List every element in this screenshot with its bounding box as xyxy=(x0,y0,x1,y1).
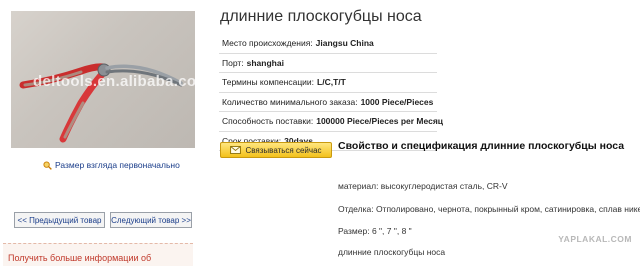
spec-value: 100000 Piece/Pieces per Месяц xyxy=(316,116,444,127)
spec-row-origin: Место происхождения: Jiangsu China xyxy=(219,34,437,54)
spec-label: Порт: xyxy=(222,57,244,68)
zoom-original-link[interactable]: Размер взгляда первоначально xyxy=(43,160,180,170)
spec-line-material: материал: высокуглеродистая сталь, CR-V xyxy=(338,181,508,191)
prev-product-button[interactable]: << Предыдущий товар xyxy=(14,212,105,228)
spec-row-supply-ability: Способность поставки: 100000 Piece/Piece… xyxy=(219,112,443,132)
contact-now-label: Связываться сейчас xyxy=(245,145,322,155)
image-watermark: deltools.en.alibaba.com xyxy=(33,73,195,90)
product-title: длинние плоскогубцы носа xyxy=(220,8,422,25)
spec-value: Jiangsu China xyxy=(315,38,374,49)
spec-section-heading: Свойство и спецификация длинние плоскогу… xyxy=(338,140,625,152)
product-image[interactable]: deltools.en.alibaba.com xyxy=(11,11,195,148)
spec-label: Способность поставки: xyxy=(222,116,314,127)
spec-value: L/C,T/T xyxy=(317,77,346,88)
spec-table: Место происхождения: Jiangsu China Порт:… xyxy=(219,34,443,151)
spec-label: Место происхождения: xyxy=(222,38,313,49)
site-watermark: YAPLAKAL.COM xyxy=(558,234,632,244)
envelope-icon xyxy=(230,146,242,154)
spec-line-size: Размер: 6 ", 7 ", 8 " xyxy=(338,226,412,236)
spec-line-name: длинние плоскогубцы носа xyxy=(338,247,446,257)
spec-row-min-order: Количество минимального заказа: 1000 Pie… xyxy=(219,93,437,112)
next-product-button[interactable]: Следующий товар >> xyxy=(110,212,192,228)
spec-value: 1000 Piece/Pieces xyxy=(360,96,434,107)
zoom-label: Размер взгляда первоначально xyxy=(55,160,180,170)
spec-label: Количество минимального заказа: xyxy=(222,96,358,107)
spec-row-payment-terms: Термины компенсации: L/C,T/T xyxy=(219,73,437,93)
spec-value: shanghai xyxy=(246,57,284,68)
contact-now-button[interactable]: Связываться сейчас xyxy=(220,142,332,158)
spec-row-port: Порт: shanghai xyxy=(219,54,437,73)
more-info-link[interactable]: Получить больше информации об xyxy=(8,253,151,263)
spec-line-finish: Отделка: Отполировано, чернота, покрынны… xyxy=(338,204,640,214)
spec-label: Термины компенсации: xyxy=(222,77,315,88)
magnifier-icon xyxy=(43,160,52,170)
